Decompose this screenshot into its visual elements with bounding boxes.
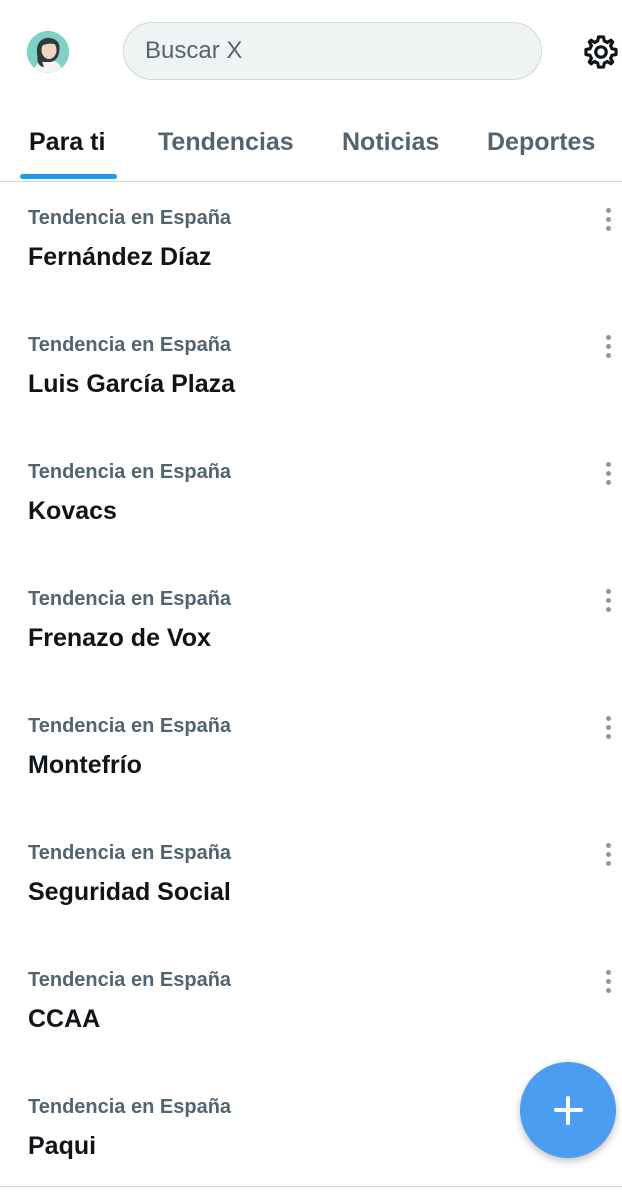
more-options-icon[interactable] [600,716,618,746]
avatar-illustration [27,31,69,73]
trend-item[interactable]: Tendencia en España CCAA [0,945,622,1072]
active-tab-indicator [20,174,117,179]
more-options-icon[interactable] [600,335,618,365]
search-input[interactable] [145,37,505,65]
trend-item[interactable]: Tendencia en España Kovacs [0,437,622,564]
trend-name: Luis García Plaza [28,370,236,398]
trend-name: Kovacs [28,497,117,525]
trend-context: Tendencia en España [28,715,232,737]
bottom-divider [0,1186,622,1187]
tab-tendencias[interactable]: Tendencias [158,128,294,157]
trend-name: Montefrío [28,751,142,779]
trend-context: Tendencia en España [28,207,232,229]
tab-deportes[interactable]: Deportes [487,128,595,157]
more-options-icon[interactable] [600,462,618,492]
avatar[interactable] [27,31,69,73]
trend-context: Tendencia en España [28,588,232,610]
trend-item[interactable]: Tendencia en España Luis García Plaza [0,310,622,437]
trend-context: Tendencia en España [28,461,232,483]
trend-name: Frenazo de Vox [28,624,211,652]
trend-item[interactable]: Tendencia en España Seguridad Social [0,818,622,945]
search-bar[interactable] [123,22,542,80]
compose-button[interactable] [520,1062,616,1158]
trend-name: Paqui [28,1132,97,1160]
top-bar [0,0,622,106]
trend-name: Fernández Díaz [28,243,212,271]
tab-para-ti[interactable]: Para ti [29,128,105,157]
trend-context: Tendencia en España [28,1096,232,1118]
trend-context: Tendencia en España [28,842,232,864]
trend-context: Tendencia en España [28,334,232,356]
trend-item[interactable]: Tendencia en España Frenazo de Vox [0,564,622,691]
trend-item[interactable]: Tendencia en España Montefrío [0,691,622,818]
gear-icon[interactable] [582,33,620,71]
more-options-icon[interactable] [600,843,618,873]
trend-name: Seguridad Social [28,878,231,906]
more-options-icon[interactable] [600,970,618,1000]
trend-item[interactable]: Tendencia en España Fernández Díaz [0,183,622,310]
tab-noticias[interactable]: Noticias [342,128,439,157]
more-options-icon[interactable] [600,589,618,619]
trend-name: CCAA [28,1005,101,1033]
trend-context: Tendencia en España [28,969,232,991]
more-options-icon[interactable] [600,208,618,238]
tab-bar: Para ti Tendencias Noticias Deportes [0,106,622,182]
